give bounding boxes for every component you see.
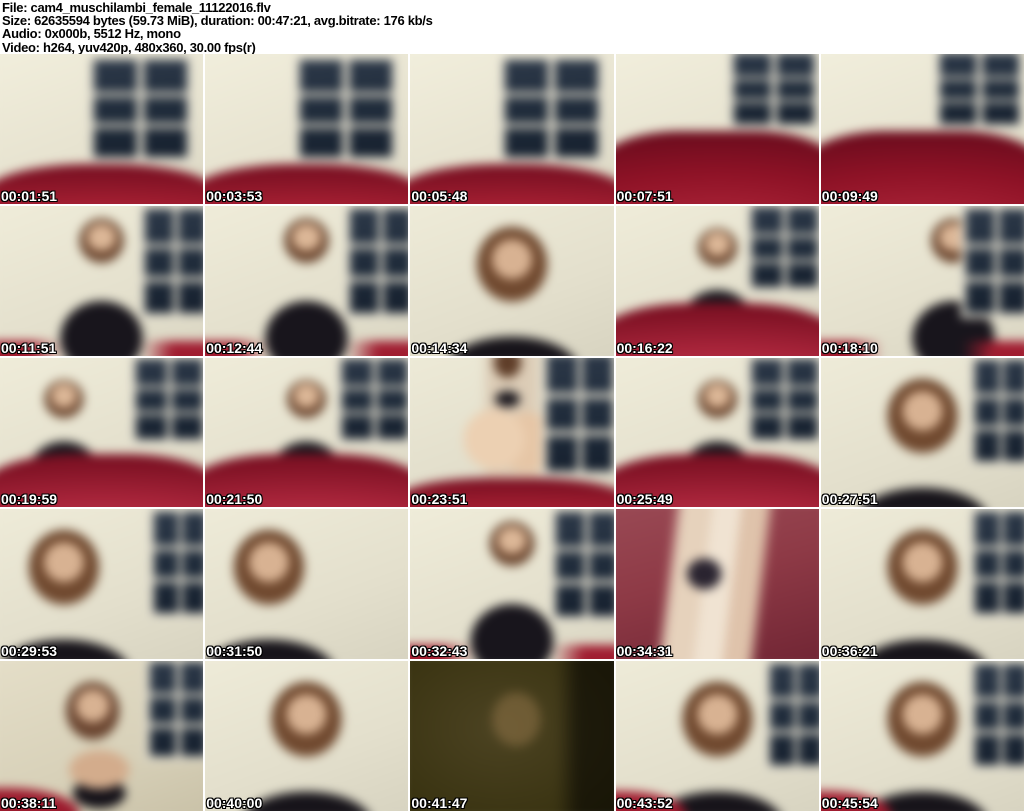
timestamp-overlay: 00:27:51 (821, 491, 878, 508)
thumbnail: 00:40:00 (205, 661, 409, 811)
timestamp-overlay: 00:38:11 (1, 795, 57, 811)
timestamp-overlay: 00:07:51 (616, 187, 673, 204)
timestamp-overlay: 00:25:49 (616, 491, 673, 508)
timestamp-overlay: 00:03:53 (206, 187, 263, 204)
thumbnail: 00:14:34 (410, 205, 614, 356)
thumbnail-placeholder-art (410, 661, 614, 811)
thumbnail-placeholder-art (0, 357, 204, 508)
timestamp-overlay: 00:11:51 (1, 339, 57, 356)
thumbnail-placeholder-art (0, 661, 204, 811)
thumbnail: 00:27:51 (820, 357, 1024, 508)
thumbnail-placeholder-art (615, 509, 819, 660)
thumbnail-placeholder-art (205, 661, 409, 811)
timestamp-overlay: 00:01:51 (1, 187, 58, 204)
timestamp-overlay: 00:32:43 (411, 643, 468, 660)
thumbnail-placeholder-art (820, 357, 1024, 508)
thumbnail-placeholder-art (410, 357, 614, 508)
thumbnail-placeholder-art (410, 509, 614, 660)
timestamp-overlay: 00:19:59 (1, 491, 58, 508)
thumbnail: 00:45:54 (820, 661, 1024, 811)
thumbnail: 00:23:51 (410, 357, 614, 508)
thumbnail-placeholder-art (615, 54, 819, 204)
thumbnail-grid: 00:01:51 00:03:53 00:05:48 00:07:51 00:09:49… (0, 54, 1024, 811)
thumbnail: 00:25:49 (615, 357, 819, 508)
thumbnail: 00:34:31 (615, 509, 819, 660)
timestamp-overlay: 00:43:52 (616, 795, 673, 811)
timestamp-overlay: 00:31:50 (206, 643, 263, 660)
timestamp-overlay: 00:12:44 (206, 339, 263, 356)
thumbnail-placeholder-art (615, 205, 819, 356)
thumbnail-placeholder-art (205, 357, 409, 508)
thumbnail: 00:12:44 (205, 205, 409, 356)
thumbnail: 00:07:51 (615, 54, 819, 204)
thumbnail-placeholder-art (0, 205, 204, 356)
thumbnail: 00:16:22 (615, 205, 819, 356)
thumbnail: 00:32:43 (410, 509, 614, 660)
thumbnail-placeholder-art (205, 509, 409, 660)
timestamp-overlay: 00:40:00 (206, 795, 263, 811)
timestamp-overlay: 00:29:53 (1, 643, 58, 660)
timestamp-overlay: 00:45:54 (821, 795, 878, 811)
thumbnail-placeholder-art (205, 54, 409, 204)
metadata-video-line: Video: h264, yuv420p, 480x360, 30.00 fps… (2, 39, 256, 55)
thumbnail: 00:18:10 (820, 205, 1024, 356)
thumbnail: 00:03:53 (205, 54, 409, 204)
timestamp-overlay: 00:41:47 (411, 795, 468, 811)
thumbnail-placeholder-art (820, 205, 1024, 356)
timestamp-overlay: 00:21:50 (206, 491, 263, 508)
thumbnail-placeholder-art (0, 509, 204, 660)
thumbnail: 00:41:47 (410, 661, 614, 811)
metadata-audio-line: Audio: 0x000b, 5512 Hz, mono (2, 26, 181, 42)
timestamp-overlay: 00:05:48 (411, 187, 468, 204)
thumbnail-placeholder-art (820, 509, 1024, 660)
thumbnail-placeholder-art (615, 661, 819, 811)
thumbnail: 00:19:59 (0, 357, 204, 508)
thumbnail: 00:31:50 (205, 509, 409, 660)
thumbnail-placeholder-art (820, 54, 1024, 204)
thumbnail-placeholder-art (615, 357, 819, 508)
thumbnail-placeholder-art (410, 54, 614, 204)
timestamp-overlay: 00:14:34 (411, 339, 468, 356)
thumbnail: 00:09:49 (820, 54, 1024, 204)
thumbnail: 00:38:11 (0, 661, 204, 811)
timestamp-overlay: 00:23:51 (411, 491, 468, 508)
file-metadata-header: File: cam4_muschilambi_female_11122016.f… (0, 0, 1024, 54)
timestamp-overlay: 00:36:21 (821, 643, 878, 660)
thumbnail-placeholder-art (410, 205, 614, 356)
thumbnail: 00:21:50 (205, 357, 409, 508)
timestamp-overlay: 00:09:49 (821, 187, 878, 204)
timestamp-overlay: 00:16:22 (616, 339, 673, 356)
thumbnail-placeholder-art (0, 54, 204, 204)
timestamp-overlay: 00:18:10 (821, 339, 878, 356)
thumbnail: 00:05:48 (410, 54, 614, 204)
thumbnail: 00:11:51 (0, 205, 204, 356)
thumbnail-placeholder-art (205, 205, 409, 356)
thumbnail: 00:36:21 (820, 509, 1024, 660)
thumbnail: 00:29:53 (0, 509, 204, 660)
timestamp-overlay: 00:34:31 (616, 643, 673, 660)
thumbnail-placeholder-art (820, 661, 1024, 811)
thumbnail: 00:43:52 (615, 661, 819, 811)
thumbnail: 00:01:51 (0, 54, 204, 204)
